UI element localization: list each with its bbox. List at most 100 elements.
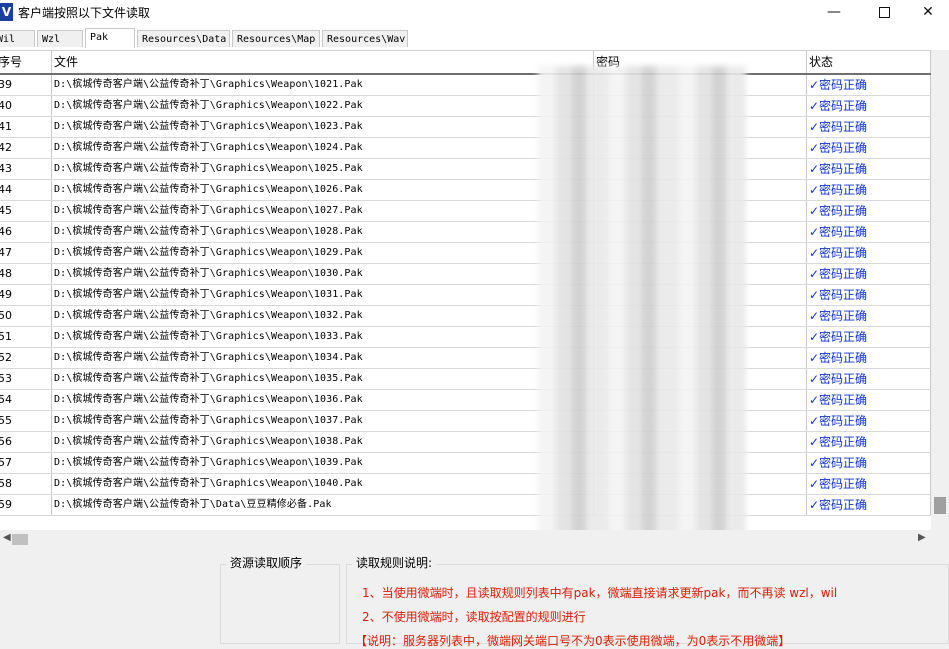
tab-resources-wav[interactable]: Resources\Wav: [322, 30, 408, 47]
row-file-path: D:\槟城传奇客户端\公益传奇补丁\Graphics\Weapon\1040.P…: [52, 474, 594, 494]
minimize-button[interactable]: —: [811, 0, 857, 26]
rule-line-2: 2、不使用微端时，读取按配置的规则进行: [362, 610, 586, 624]
row-file-path: D:\槟城传奇客户端\公益传奇补丁\Graphics\Weapon\1029.P…: [52, 243, 594, 263]
main-window: V 客户端按照以下文件读取 — ✕ Wil Wzl Pak Resources\…: [0, 0, 949, 648]
row-file-path: D:\槟城传奇客户端\公益传奇补丁\Graphics\Weapon\1031.P…: [52, 285, 594, 305]
table-row[interactable]: 39D:\槟城传奇客户端\公益传奇补丁\Graphics\Weapon\1021…: [0, 75, 931, 96]
row-index: 48: [0, 264, 52, 284]
table-row[interactable]: 52D:\槟城传奇客户端\公益传奇补丁\Graphics\Weapon\1034…: [0, 348, 931, 369]
tab-resources-map[interactable]: Resources\Map: [232, 30, 320, 47]
horizontal-scrollbar[interactable]: ◀ ▶: [0, 530, 949, 548]
row-file-path: D:\槟城传奇客户端\公益传奇补丁\Graphics\Weapon\1025.P…: [52, 159, 594, 179]
row-status: ✓密码正确: [807, 96, 931, 116]
row-file-path: D:\槟城传奇客户端\公益传奇补丁\Graphics\Weapon\1039.P…: [52, 453, 594, 473]
horizontal-scroll-thumb[interactable]: [12, 534, 28, 545]
tab-bar: Wil Wzl Pak Resources\Data Resources\Map…: [0, 28, 949, 48]
rules-title: 读取规则说明:: [352, 554, 437, 571]
resource-order-group: [220, 564, 340, 644]
row-status: ✓密码正确: [807, 306, 931, 326]
row-file-path: D:\槟城传奇客户端\公益传奇补丁\Graphics\Weapon\1036.P…: [52, 390, 594, 410]
row-status: ✓密码正确: [807, 474, 931, 494]
row-status: ✓密码正确: [807, 243, 931, 263]
row-status: ✓密码正确: [807, 327, 931, 347]
row-file-path: D:\槟城传奇客户端\公益传奇补丁\Graphics\Weapon\1024.P…: [52, 138, 594, 158]
row-file-path: D:\槟城传奇客户端\公益传奇补丁\Graphics\Weapon\1033.P…: [52, 327, 594, 347]
tab-wil[interactable]: Wil: [0, 30, 35, 47]
row-index: 40: [0, 96, 52, 116]
scroll-left-icon[interactable]: ◀: [3, 532, 11, 543]
row-index: 55: [0, 411, 52, 431]
bottom-panel: 资源读取顺序 读取规则说明: 1、当使用微端时，且读取规则列表中有pak，微端直…: [0, 548, 949, 648]
table-row[interactable]: 46D:\槟城传奇客户端\公益传奇补丁\Graphics\Weapon\1028…: [0, 222, 931, 243]
table-row[interactable]: 58D:\槟城传奇客户端\公益传奇补丁\Graphics\Weapon\1040…: [0, 474, 931, 495]
file-table: 序号 文件 密码 状态 39D:\槟城传奇客户端\公益传奇补丁\Graphics…: [0, 50, 931, 531]
maximize-icon: [878, 6, 890, 18]
table-row[interactable]: 47D:\槟城传奇客户端\公益传奇补丁\Graphics\Weapon\1029…: [0, 243, 931, 264]
maximize-button[interactable]: [861, 0, 907, 26]
table-row[interactable]: 42D:\槟城传奇客户端\公益传奇补丁\Graphics\Weapon\1024…: [0, 138, 931, 159]
row-status: ✓密码正确: [807, 159, 931, 179]
window-title: 客户端按照以下文件读取: [18, 6, 151, 20]
row-index: 39: [0, 75, 52, 95]
row-file-path: D:\槟城传奇客户端\公益传奇补丁\Graphics\Weapon\1032.P…: [52, 306, 594, 326]
row-index: 58: [0, 474, 52, 494]
row-index: 46: [0, 222, 52, 242]
header-index[interactable]: 序号: [0, 51, 52, 73]
row-status: ✓密码正确: [807, 453, 931, 473]
table-row[interactable]: 57D:\槟城传奇客户端\公益传奇补丁\Graphics\Weapon\1039…: [0, 453, 931, 474]
table-row[interactable]: 45D:\槟城传奇客户端\公益传奇补丁\Graphics\Weapon\1027…: [0, 201, 931, 222]
row-file-path: D:\槟城传奇客户端\公益传奇补丁\Graphics\Weapon\1023.P…: [52, 117, 594, 137]
table-row[interactable]: 56D:\槟城传奇客户端\公益传奇补丁\Graphics\Weapon\1038…: [0, 432, 931, 453]
row-index: 43: [0, 159, 52, 179]
resource-order-title: 资源读取顺序: [226, 554, 307, 571]
row-status: ✓密码正确: [807, 390, 931, 410]
table-row[interactable]: 54D:\槟城传奇客户端\公益传奇补丁\Graphics\Weapon\1036…: [0, 390, 931, 411]
tab-resources-data[interactable]: Resources\Data: [137, 30, 230, 47]
tab-pak[interactable]: Pak: [85, 28, 135, 48]
header-file[interactable]: 文件: [52, 51, 594, 73]
row-file-path: D:\槟城传奇客户端\公益传奇补丁\Graphics\Weapon\1026.P…: [52, 180, 594, 200]
vertical-scroll-thumb[interactable]: [934, 497, 946, 514]
table-row[interactable]: 59D:\槟城传奇客户端\公益传奇补丁\Data\豆豆精修必备.Pak ✓密码正确: [0, 495, 931, 516]
table-row[interactable]: 50D:\槟城传奇客户端\公益传奇补丁\Graphics\Weapon\1032…: [0, 306, 931, 327]
row-file-path: D:\槟城传奇客户端\公益传奇补丁\Data\豆豆精修必备.Pak: [52, 495, 594, 515]
table-row[interactable]: 55D:\槟城传奇客户端\公益传奇补丁\Graphics\Weapon\1037…: [0, 411, 931, 432]
header-status[interactable]: 状态: [807, 51, 931, 73]
table-row[interactable]: 53D:\槟城传奇客户端\公益传奇补丁\Graphics\Weapon\1035…: [0, 369, 931, 390]
row-status: ✓密码正确: [807, 138, 931, 158]
title-bar: V 客户端按照以下文件读取 — ✕: [0, 0, 949, 26]
row-file-path: D:\槟城传奇客户端\公益传奇补丁\Graphics\Weapon\1034.P…: [52, 348, 594, 368]
row-file-path: D:\槟城传奇客户端\公益传奇补丁\Graphics\Weapon\1037.P…: [52, 411, 594, 431]
table-row[interactable]: 44D:\槟城传奇客户端\公益传奇补丁\Graphics\Weapon\1026…: [0, 180, 931, 201]
row-status: ✓密码正确: [807, 285, 931, 305]
row-file-path: D:\槟城传奇客户端\公益传奇补丁\Graphics\Weapon\1021.P…: [52, 75, 594, 95]
tab-wzl[interactable]: Wzl: [37, 30, 83, 47]
table-header: 序号 文件 密码 状态: [0, 51, 931, 75]
table-row[interactable]: 41D:\槟城传奇客户端\公益传奇补丁\Graphics\Weapon\1023…: [0, 117, 931, 138]
row-index: 52: [0, 348, 52, 368]
table-row[interactable]: 48D:\槟城传奇客户端\公益传奇补丁\Graphics\Weapon\1030…: [0, 264, 931, 285]
row-index: 56: [0, 432, 52, 452]
row-index: 53: [0, 369, 52, 389]
vertical-scrollbar[interactable]: [931, 50, 949, 530]
table-row[interactable]: 40D:\槟城传奇客户端\公益传奇补丁\Graphics\Weapon\1022…: [0, 96, 931, 117]
table-row[interactable]: 51D:\槟城传奇客户端\公益传奇补丁\Graphics\Weapon\1033…: [0, 327, 931, 348]
row-status: ✓密码正确: [807, 432, 931, 452]
row-file-path: D:\槟城传奇客户端\公益传奇补丁\Graphics\Weapon\1035.P…: [52, 369, 594, 389]
table-row[interactable]: 49D:\槟城传奇客户端\公益传奇补丁\Graphics\Weapon\1031…: [0, 285, 931, 306]
row-index: 57: [0, 453, 52, 473]
row-index: 47: [0, 243, 52, 263]
row-index: 51: [0, 327, 52, 347]
row-index: 59: [0, 495, 52, 515]
close-button[interactable]: ✕: [905, 0, 949, 26]
row-index: 54: [0, 390, 52, 410]
row-index: 49: [0, 285, 52, 305]
table-row[interactable]: 43D:\槟城传奇客户端\公益传奇补丁\Graphics\Weapon\1025…: [0, 159, 931, 180]
row-status: ✓密码正确: [807, 495, 931, 515]
scroll-right-icon[interactable]: ▶: [918, 532, 926, 543]
row-status: ✓密码正确: [807, 201, 931, 221]
row-file-path: D:\槟城传奇客户端\公益传奇补丁\Graphics\Weapon\1022.P…: [52, 96, 594, 116]
row-index: 50: [0, 306, 52, 326]
row-index: 45: [0, 201, 52, 221]
app-icon: V: [0, 3, 13, 21]
